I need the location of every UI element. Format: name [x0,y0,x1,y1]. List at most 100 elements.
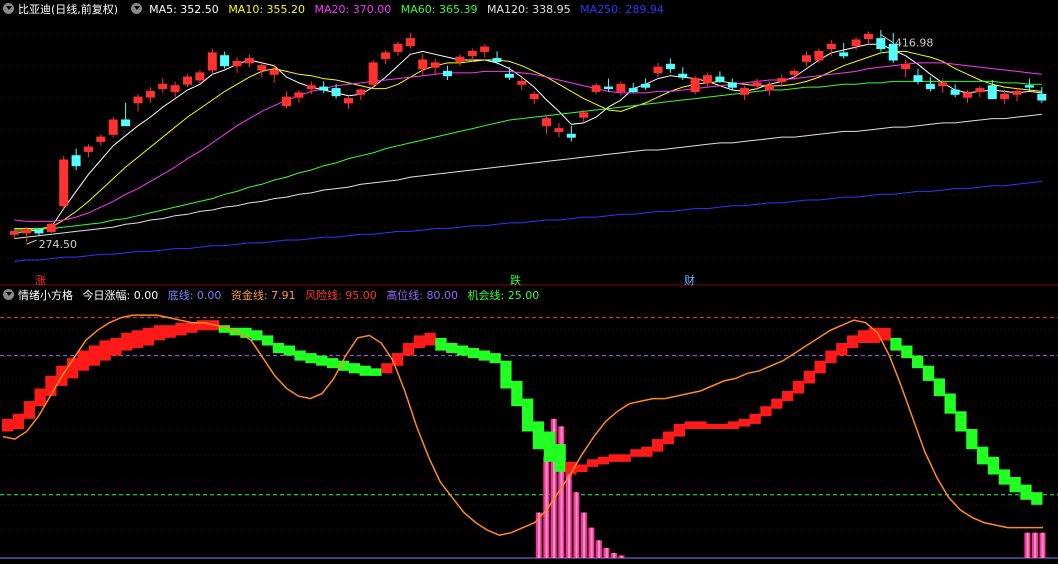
marker-cai[interactable]: 财 [684,272,695,288]
candle-up [145,90,155,98]
candle-down [913,75,923,82]
candle-down [665,63,675,70]
marker-zhang[interactable]: 涨 [35,272,46,288]
emotion-block [337,360,350,371]
candle-up [59,159,69,207]
ma-line-ma20 [14,62,1042,222]
candle-up [381,52,391,60]
emotion-block [500,360,512,389]
candle-down [727,82,737,88]
candle-down [839,52,849,57]
emotion-block [922,365,935,381]
candle-up [703,75,712,84]
emotion-block [110,337,122,356]
candle-up [158,83,168,90]
emotion-block [402,343,415,356]
candle-up [826,43,836,50]
emotion-block [760,406,772,417]
candle-down [628,88,638,92]
candle-down [1037,93,1047,101]
emotion-block [901,345,913,359]
emotion-block [77,350,90,371]
emotion-block [792,380,805,394]
candle-down [331,88,341,97]
histogram-bar-highlight [1041,532,1044,558]
emotion-block [186,322,198,333]
histogram-bar-highlight [613,552,616,558]
candle-up [467,50,477,57]
emotion-block [1009,477,1021,493]
high-line-label: 高位线: 80.00 [386,289,459,302]
candle-up [517,80,527,85]
candle-down [492,58,502,62]
emotion-block [652,439,664,452]
candle-up [306,85,316,90]
emotion-block [641,446,653,457]
emotion-block [966,429,978,450]
candle-up [814,50,824,61]
candle-down [71,155,81,167]
emotion-block [45,375,57,396]
emotion-block [2,418,14,432]
fund-line-label: 资金线: 7.91 [230,289,296,302]
candle-up [963,92,972,98]
emotion-block [467,348,480,359]
emotion-block [370,368,382,376]
indicator-collapse-icon[interactable] [3,289,14,300]
candle-up [864,33,873,40]
candle-up [207,52,217,71]
emotion-block [630,449,642,457]
indicator-toggle-icon[interactable] [130,3,142,14]
histogram-bar-highlight [598,540,601,558]
emotion-block [847,335,859,348]
candle-up [1012,90,1022,95]
histogram-bar-highlight [1034,532,1037,558]
candle-up [901,63,911,70]
emotion-block [327,358,339,369]
candle-down [220,55,230,67]
candle-up [269,69,279,75]
candle-up [591,85,601,92]
emotion-block [381,363,393,374]
candle-up [752,82,762,87]
stock-title: 比亚迪(日线,前复权) [18,3,119,16]
candle-up [851,39,861,47]
emotion-block [608,454,620,462]
emotion-block [933,378,945,397]
candle-down [566,133,576,138]
candle-up [690,78,700,92]
emotion-block [197,320,209,331]
ma60-label: MA60: 365.39 [400,3,478,16]
candle-up [257,65,267,71]
emotion-block [782,391,794,402]
emotion-block [706,423,718,429]
collapse-icon[interactable] [3,3,14,14]
emotion-block [283,345,295,356]
emotion-block [619,454,631,462]
candle-down [715,76,725,82]
candle-up [1000,93,1010,100]
candle-up [938,82,948,87]
candle-up [529,93,539,100]
candle-up [554,128,564,133]
emotion-block [727,421,740,429]
candle-down [987,85,997,100]
emotion-block [489,353,501,364]
candle-down [604,86,613,89]
emotion-block [836,343,848,356]
marker-die[interactable]: 跌 [510,272,521,288]
ma120-label: MA120: 338.95 [486,3,571,16]
indicator-legend: 情绪小方格 今日涨幅: 0.00 底线: 0.00 资金线: 7.91 风险线:… [0,288,545,304]
candle-down [876,38,886,50]
risk-line-label: 风险线: 95.00 [305,289,377,302]
candle-up [764,85,774,91]
histogram-bar-highlight [590,527,593,558]
ma250-label: MA250: 289.94 [580,3,664,16]
emotion-block [684,421,696,429]
candle-up [418,59,428,70]
emotion-block [446,343,458,354]
candle-up [232,60,242,67]
candle-down [641,83,651,88]
emotion-block [987,456,1000,475]
emotion-block [132,330,144,348]
